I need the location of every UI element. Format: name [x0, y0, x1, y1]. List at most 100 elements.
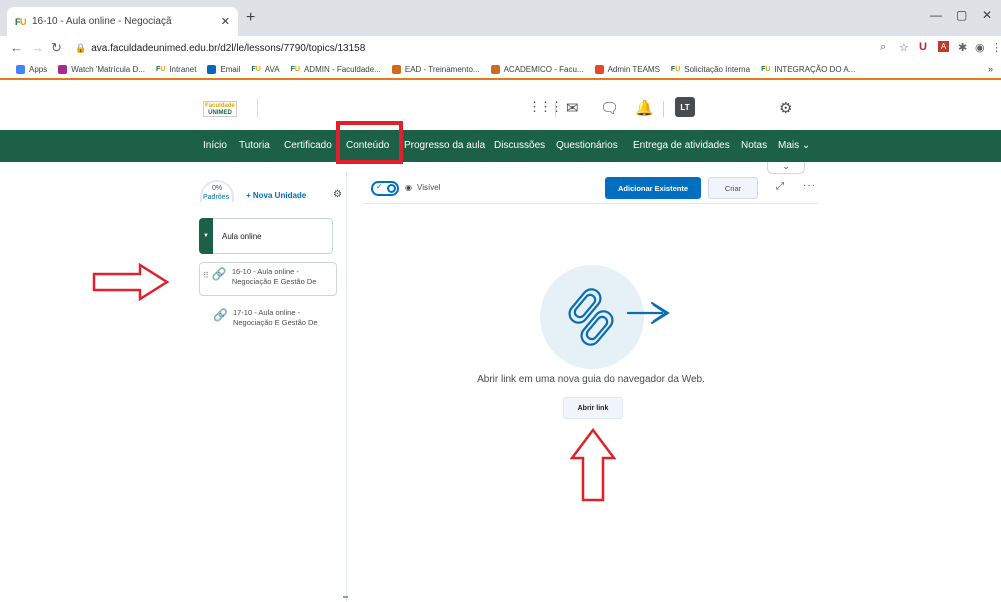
faculdade-unimed-logo[interactable]: Faculdade UNIMED: [203, 101, 237, 117]
eye-icon: ◉: [405, 183, 412, 192]
external-link-illustration-icon: [540, 265, 670, 369]
close-window-icon[interactable]: ✕: [982, 8, 992, 22]
profile-icon[interactable]: ◉: [975, 41, 985, 54]
unit-title: Aula online: [222, 231, 262, 241]
nav-tutoria[interactable]: Tutoria: [239, 140, 270, 151]
scroll-indicator[interactable]: [343, 596, 348, 599]
bookmark-item[interactable]: EAD - Treinamento...: [391, 64, 480, 74]
zoom-icon[interactable]: ⌕: [880, 41, 886, 54]
nav-certificado[interactable]: Certificado: [284, 140, 332, 151]
tab-title: 16-10 - Aula online - Negociaçã: [32, 16, 172, 27]
link-icon: 🔗: [213, 308, 228, 322]
pdf-extension-icon[interactable]: A: [938, 41, 949, 52]
lesson-title-line2: Negociação E Gestão De: [231, 277, 317, 286]
drag-handle-icon[interactable]: ⠿: [203, 271, 209, 281]
new-unit-button[interactable]: + Nova Unidade: [246, 191, 306, 200]
bookmark-item[interactable]: FU INTEGRAÇÃO DO A...: [761, 65, 855, 74]
open-link-button[interactable]: Abrir link: [563, 397, 623, 419]
check-icon: ✓: [376, 182, 383, 191]
bookmark-item[interactable]: FU Intranet: [156, 65, 196, 74]
bookmarks-bar: Apps Watch 'Matrícula D... FU Intranet Email…: [0, 60, 1001, 80]
bookmark-favicon-icon: [490, 64, 500, 74]
visibility-label: Visível: [417, 183, 441, 192]
bookmark-item[interactable]: Admin TEAMS: [594, 64, 660, 74]
nav-progresso[interactable]: Progresso da aula: [404, 140, 485, 151]
bookmark-label: ACADEMICO - Facu...: [503, 64, 584, 74]
url-field[interactable]: 🔒 ava.faculdadeunimed.edu.br/d2l/le/less…: [75, 39, 875, 57]
topic-toolbar: ✓ ◉ Visível Adicionar Existente Criar ⤢ …: [363, 172, 819, 204]
bookmark-label: EAD - Treinamento...: [404, 64, 480, 74]
restore-icon[interactable]: ▢: [956, 8, 967, 22]
settings-gear-icon[interactable]: ⚙: [779, 99, 792, 117]
more-options-icon[interactable]: ···: [803, 180, 816, 191]
bookmark-label: Solicitação Interna: [684, 64, 751, 74]
browser-tab[interactable]: FU 16-10 - Aula online - Negociaçã ✕: [7, 7, 238, 36]
chat-icon[interactable]: 🗨: [600, 99, 619, 117]
fullscreen-expand-icon[interactable]: ⤢: [776, 181, 784, 192]
bookmark-item[interactable]: FU ADMIN - Faculdade...: [291, 65, 381, 74]
course-navbar: Início Tutoria Certificado Conteúdo Prog…: [0, 130, 1001, 162]
chrome-menu-icon[interactable]: ⋮: [991, 41, 1001, 54]
logo-line2: UNIMED: [208, 110, 232, 116]
bookmark-label: INTEGRAÇÃO DO A...: [774, 64, 856, 74]
lesson-title-line1: 17-10 - Aula online -: [232, 308, 301, 317]
address-bar: ← → ↻ 🔒 ava.faculdadeunimed.edu.br/d2l/l…: [0, 36, 1001, 60]
logo-divider: [257, 98, 258, 118]
fu-favicon-icon: FU: [670, 65, 681, 73]
bookmark-item[interactable]: Apps: [16, 64, 48, 74]
tab-close-icon[interactable]: ✕: [221, 15, 230, 28]
bookmarks-overflow-icon[interactable]: »: [988, 64, 993, 74]
nav-inicio[interactable]: Início: [203, 140, 227, 151]
forward-icon[interactable]: →: [31, 40, 44, 55]
nav-questionarios[interactable]: Questionários: [556, 140, 618, 151]
nav-discussoes[interactable]: Discussões: [494, 140, 545, 151]
bookmark-item[interactable]: Email: [207, 64, 241, 74]
nav-notas[interactable]: Notas: [741, 140, 767, 151]
user-avatar[interactable]: LT: [675, 97, 695, 117]
bookmark-item[interactable]: FU AVA: [251, 65, 279, 74]
table-of-contents-panel: 0% Padrões + Nova Unidade ⚙ ▼ Aula onlin…: [190, 172, 347, 602]
bookmark-favicon-icon: [594, 64, 604, 74]
add-existing-button[interactable]: Adicionar Existente: [605, 177, 701, 199]
bookmark-favicon-icon: [16, 64, 25, 74]
d2l-header: Faculdade UNIMED ⋮⋮⋮ ✉ 🗨 🔔 LT ⚙: [0, 82, 1001, 130]
lesson-item[interactable]: 🔗 17-10 - Aula online - Negociação E Ges…: [199, 304, 337, 338]
back-icon[interactable]: ←: [10, 40, 23, 55]
unit-collapse-caret-icon[interactable]: ▼: [199, 218, 213, 254]
nav-mais[interactable]: Mais ⌄: [778, 140, 810, 151]
unit-card[interactable]: ▼ Aula online: [199, 218, 333, 254]
fu-favicon-icon: FU: [251, 65, 261, 73]
bookmark-star-icon[interactable]: ☆: [899, 41, 909, 54]
notification-bell-icon[interactable]: 🔔: [635, 99, 654, 117]
annotation-highlight-box: [336, 121, 403, 164]
toc-settings-gear-icon[interactable]: ⚙: [333, 189, 342, 200]
bookmark-label: AVA: [264, 64, 280, 74]
extensions-puzzle-icon[interactable]: ✱: [958, 41, 967, 54]
extension-shield-icon[interactable]: U: [919, 41, 927, 53]
browser-tab-strip: FU 16-10 - Aula online - Negociaçã ✕ + —…: [0, 0, 1001, 36]
bookmark-item[interactable]: ACADEMICO - Facu...: [490, 64, 584, 74]
minimize-icon[interactable]: —: [930, 8, 942, 22]
new-tab-button[interactable]: +: [246, 9, 255, 27]
fu-favicon-icon: FU: [155, 65, 166, 73]
lesson-item[interactable]: ⠿ 🔗 16-10 - Aula online - Negociação E G…: [199, 262, 337, 296]
progress-label[interactable]: Padrões: [203, 194, 229, 201]
visibility-toggle[interactable]: ✓: [371, 181, 399, 196]
bookmark-item[interactable]: FU Solicitação Interna: [671, 65, 750, 74]
nav-entrega-atividades[interactable]: Entrega de atividades: [633, 140, 730, 151]
reload-icon[interactable]: ↻: [51, 40, 62, 56]
bookmark-favicon-icon: [207, 64, 217, 74]
fu-favicon-icon: FU: [15, 16, 27, 27]
bookmark-label: Apps: [29, 64, 48, 74]
lesson-title-line1: 16-10 - Aula online -: [231, 267, 299, 276]
create-button[interactable]: Criar: [708, 177, 758, 199]
bookmark-item[interactable]: Watch 'Matrícula D...: [58, 64, 145, 74]
bookmark-label: Email: [220, 64, 241, 74]
bookmark-favicon-icon: [391, 64, 401, 74]
course-selector-grid-icon[interactable]: ⋮⋮⋮: [528, 99, 563, 115]
mail-icon[interactable]: ✉: [566, 99, 579, 117]
logo-line1: Faculdade: [205, 103, 235, 109]
header-separator: [663, 101, 664, 117]
link-icon: 🔗: [211, 267, 227, 281]
bookmark-label: Intranet: [169, 64, 197, 74]
